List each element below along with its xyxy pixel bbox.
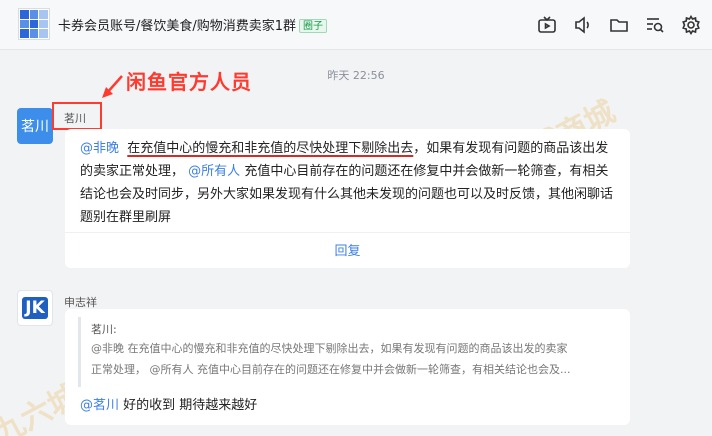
toolbar [534,12,704,38]
divider [65,232,630,233]
quote-line: @非晚 在充值中心的慢充和非充值的尽快处理下剔除出去，如果有发现有问题的商品该出… [91,342,568,355]
message-bubble: 茗川: @非晚 在充值中心的慢充和非充值的尽快处理下剔除出去，如果有发现有问题的… [65,309,630,425]
annotation-arrow-icon [102,75,123,98]
underlined-text: 在充值中心的慢充和非充值的尽快处理下剔除出去 [127,141,414,156]
group-title: 卡券会员账号/餐饮美食/购物消费卖家1群 圈子 [58,15,328,34]
message-text-part: 好的收到 期待越来越好 [123,398,258,413]
folder-icon[interactable] [606,12,632,38]
avatar[interactable]: JK [17,290,53,326]
reply-button[interactable]: 回复 [65,240,630,259]
group-avatar[interactable] [18,8,50,40]
group-badge: 圈子 [299,19,328,33]
message-text: @非晚 在充值中心的慢充和非充值的尽快处理下剔除出去，如果有发现有问题的商品该出… [80,137,620,229]
gear-icon[interactable] [678,12,704,38]
avatar[interactable]: 茗川 [17,108,53,144]
search-list-icon[interactable] [642,12,668,38]
chat-header: 卡券会员账号/餐饮美食/购物消费卖家1群 圈子 [0,0,712,50]
message-bubble: @非晚 在充值中心的慢充和非充值的尽快处理下剔除出去，如果有发现有问题的商品该出… [65,129,630,268]
avatar-text: 茗川 [21,119,49,135]
avatar-text: JK [22,297,48,319]
sender-name[interactable]: 茗川 [64,110,86,126]
quote-author: 茗川: [91,323,117,336]
group-title-text: 卡券会员账号/餐饮美食/购物消费卖家1群 [58,19,297,34]
message-text: @茗川 好的收到 期待越来越好 [80,394,257,413]
mention[interactable]: @所有人 [188,164,240,179]
annotation-label: 闲鱼官方人员 [126,70,252,94]
mention[interactable]: @非晚 [80,141,119,156]
mention[interactable]: @茗川 [80,398,119,413]
speaker-icon[interactable] [570,12,596,38]
quoted-message[interactable]: 茗川: @非晚 在充值中心的慢充和非充值的尽快处理下剔除出去，如果有发现有问题的… [78,317,616,387]
tv-icon[interactable] [534,12,560,38]
quote-line: 正常处理， @所有人 充值中心目前存在的问题还在修复中并会做新一轮筛查，有相关结… [91,363,571,376]
sender-name[interactable]: 申志祥 [64,294,97,310]
